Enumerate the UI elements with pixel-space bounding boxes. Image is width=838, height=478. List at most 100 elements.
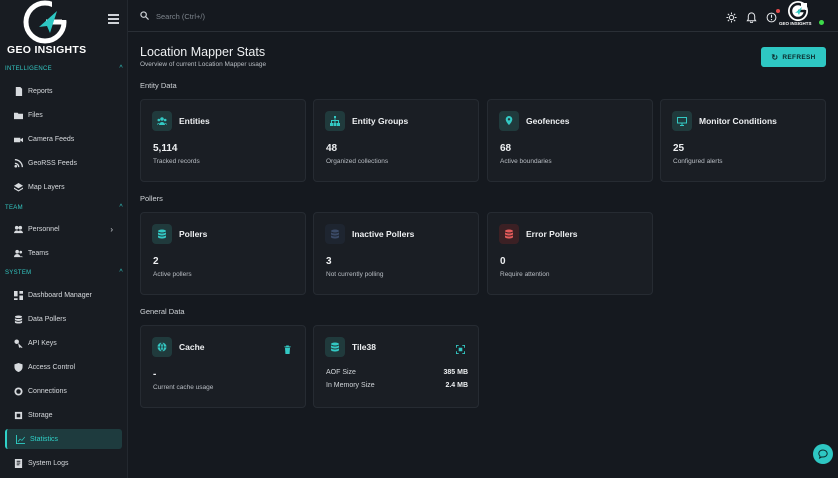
card-value: 25 [673, 143, 685, 154]
layers-icon [13, 182, 23, 192]
chart-line-icon [15, 434, 25, 444]
connection-icon [13, 386, 23, 396]
stat-card-tile38: Tile38 AOF Size 385 MB In Memory Size 2.… [313, 325, 479, 408]
globe-icon [152, 337, 172, 357]
stat-card-inactive-pollers: Inactive Pollers 3 Not currently polling [313, 212, 479, 295]
user-avatar[interactable]: GEO INSIGHTS [779, 0, 823, 30]
card-title: Inactive Pollers [352, 229, 415, 239]
page-subtitle: Overview of current Location Mapper usag… [140, 61, 267, 68]
sidebar-item-map-layers[interactable]: Map Layers [5, 177, 122, 197]
database-icon [152, 224, 172, 244]
card-value: 48 [326, 143, 338, 154]
sidebar-item-system-logs[interactable]: System Logs [5, 453, 122, 473]
database-error-icon [499, 224, 519, 244]
sidebar-item-access-control[interactable]: Access Control [5, 357, 122, 377]
sidebar-item-connections[interactable]: Connections [5, 381, 122, 401]
card-title: Monitor Conditions [699, 116, 777, 126]
chevron-up-icon: ^ [119, 269, 123, 276]
card-description: Organized collections [326, 158, 389, 165]
database-icon [13, 314, 23, 324]
card-value: - [153, 369, 157, 380]
section-label-general-data: General Data [140, 307, 185, 316]
geo-insights-avatar-icon [788, 1, 808, 21]
chat-bubble-icon [818, 449, 828, 459]
chevron-right-icon: › [110, 224, 113, 234]
map-pin-icon [499, 111, 519, 131]
card-value: 2 [153, 256, 159, 267]
stat-card-cache: Cache - Current cache usage [140, 325, 306, 408]
card-description: Tracked records [153, 158, 200, 165]
card-title: Geofences [526, 116, 570, 126]
card-description: Current cache usage [153, 384, 214, 391]
sidebar-item-data-pollers[interactable]: Data Pollers [5, 309, 122, 329]
theme-toggle-sun-icon[interactable] [726, 10, 737, 23]
database-icon [325, 337, 345, 357]
sidebar-item-api-keys[interactable]: API Keys [5, 333, 122, 353]
stat-card-error-pollers: Error Pollers 0 Require attention [487, 212, 653, 295]
sidebar-item-georss-feeds[interactable]: GeoRSS Feeds [5, 153, 122, 173]
sidebar: GEO INSIGHTS INTELLIGENCE ^ Reports Files… [0, 0, 128, 478]
stat-card-entity-groups: Entity Groups 48 Organized collections [313, 99, 479, 182]
card-title: Error Pollers [526, 229, 578, 239]
stat-card-geofences: Geofences 68 Active boundaries [487, 99, 653, 182]
report-icon [13, 86, 23, 96]
chevron-up-icon: ^ [119, 65, 123, 72]
section-label-pollers: Pollers [140, 194, 163, 203]
sidebar-item-reports[interactable]: Reports [5, 81, 122, 101]
stat-card-monitor-conditions: Monitor Conditions 25 Configured alerts [660, 99, 826, 182]
card-value: 3 [326, 256, 332, 267]
geo-insights-logo-icon [23, 0, 68, 44]
card-value: 0 [500, 256, 506, 267]
section-system[interactable]: SYSTEM ^ [5, 269, 123, 276]
card-description: Not currently polling [326, 271, 384, 278]
kv-row-in-memory-size: In Memory Size 2.4 MB [326, 382, 468, 389]
online-status-dot [819, 20, 824, 25]
shield-icon [13, 362, 23, 372]
sidebar-item-statistics[interactable]: Statistics [5, 429, 122, 449]
card-title: Tile38 [352, 342, 376, 352]
clear-cache-trash-icon[interactable] [283, 341, 293, 354]
refresh-button[interactable]: ↻ REFRESH [761, 47, 826, 67]
top-bar: GEO INSIGHTS [128, 0, 838, 32]
card-title: Entity Groups [352, 116, 409, 126]
page-title: Location Mapper Stats [140, 45, 266, 59]
card-description: Configured alerts [673, 158, 723, 165]
chevron-up-icon: ^ [119, 204, 123, 211]
chat-support-button[interactable] [813, 444, 833, 464]
monitor-icon [672, 111, 692, 131]
section-team[interactable]: TEAM ^ [5, 204, 123, 211]
sidebar-item-teams[interactable]: Teams [5, 243, 122, 263]
card-title: Pollers [179, 229, 208, 239]
section-intelligence[interactable]: INTELLIGENCE ^ [5, 65, 123, 72]
card-title: Cache [179, 342, 205, 352]
menu-toggle-icon[interactable] [108, 14, 119, 24]
camera-icon [13, 134, 23, 144]
brand-name: GEO INSIGHTS [7, 44, 87, 56]
people-group-icon [152, 111, 172, 131]
key-icon [13, 338, 23, 348]
brand-logo[interactable]: GEO INSIGHTS [0, 0, 128, 60]
sidebar-item-dashboard-manager[interactable]: Dashboard Manager [5, 285, 122, 305]
stat-card-entities: Entities 5,114 Tracked records [140, 99, 306, 182]
logs-icon [13, 458, 23, 468]
hierarchy-icon [325, 111, 345, 131]
sidebar-item-storage[interactable]: Storage [5, 405, 122, 425]
database-off-icon [325, 224, 345, 244]
section-label-entity-data: Entity Data [140, 81, 177, 90]
notifications-bell-icon[interactable] [746, 10, 757, 24]
refresh-icon: ↻ [771, 52, 779, 62]
kv-row-aof-size: AOF Size 385 MB [326, 369, 468, 376]
folder-icon [13, 110, 23, 120]
search-icon [140, 11, 149, 20]
card-value: 5,114 [153, 143, 178, 154]
sidebar-item-files[interactable]: Files [5, 105, 122, 125]
search-input[interactable] [156, 9, 456, 23]
card-description: Require attention [500, 271, 550, 278]
card-description: Active boundaries [500, 158, 552, 165]
team-icon [13, 248, 23, 258]
card-value: 68 [500, 143, 512, 154]
card-description: Active pollers [153, 271, 192, 278]
sidebar-item-camera-feeds[interactable]: Camera Feeds [5, 129, 122, 149]
sidebar-item-personnel[interactable]: Personnel › [5, 219, 122, 239]
expand-icon[interactable] [456, 341, 466, 354]
